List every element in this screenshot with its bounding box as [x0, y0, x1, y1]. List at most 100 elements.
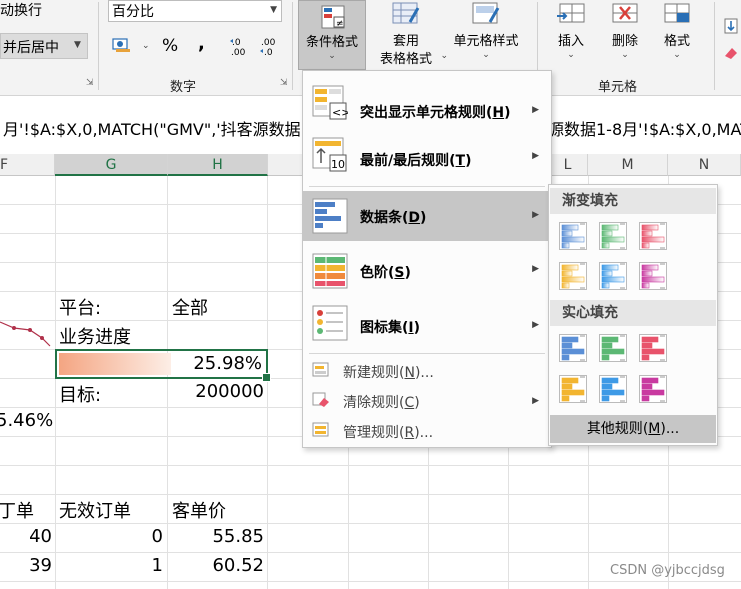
insert-cells-icon: [556, 2, 586, 26]
clear-eraser-icon[interactable]: [722, 44, 740, 60]
menu-item-data-bars[interactable]: 数据条(D) ▶: [303, 191, 551, 241]
highlight-rules-icon: <>: [312, 85, 350, 121]
chevron-down-icon: ▼: [74, 40, 81, 50]
column-header-n[interactable]: N: [668, 154, 741, 176]
more-rules-button[interactable]: 其他规则(M)...: [550, 415, 716, 443]
data-bars-submenu: 渐变填充 实心填充 其他规则(M)...: [548, 184, 718, 446]
selected-progress-range[interactable]: 25.98%: [55, 349, 271, 382]
delete-label: 删除: [611, 34, 638, 49]
menu-item-new-rule[interactable]: 新建规则(N)...: [303, 357, 551, 385]
column-label: F: [0, 157, 9, 173]
platform-label[interactable]: 平台:: [59, 294, 101, 320]
platform-value[interactable]: 全部: [172, 294, 208, 320]
format-button[interactable]: 格式 ⌄: [654, 0, 700, 70]
number-format-select[interactable]: 百分比 ▼: [108, 0, 282, 22]
column-label: G: [105, 157, 117, 173]
submenu-arrow-icon: ▶: [532, 151, 539, 161]
decrease-decimal-icon[interactable]: .00.0: [258, 36, 280, 58]
menu-separator: [309, 353, 545, 354]
column-header-g[interactable]: G: [55, 154, 168, 176]
menu-item-icon-sets[interactable]: 图标集(I) ▶: [303, 299, 551, 353]
solid-data-bar-icon[interactable]: [599, 375, 627, 403]
menu-item-manage-rules[interactable]: 管理规则(R)...: [303, 417, 551, 445]
column-label: L: [563, 157, 572, 173]
formula-text-left: 月'!$A:$X,0,MATCH("GMV",'抖客源数据1: [3, 120, 311, 139]
top-bottom-rules-icon: 10: [312, 137, 348, 173]
avg-price-header[interactable]: 客单价: [172, 497, 226, 523]
orders-cell[interactable]: 40: [0, 526, 52, 547]
gradient-data-bar-icon[interactable]: [559, 262, 587, 290]
solid-data-bar-icon[interactable]: [559, 375, 587, 403]
column-header-f[interactable]: F: [0, 154, 55, 176]
insert-button[interactable]: 插入 ⌄: [548, 0, 594, 70]
column-header-h[interactable]: H: [168, 154, 268, 176]
format-as-table-button[interactable]: 套用 表格格式 ⌄: [368, 0, 448, 70]
dialog-launcher-icon[interactable]: ⇲: [280, 79, 289, 88]
accounting-format-icon[interactable]: [112, 37, 134, 53]
column-header-m[interactable]: M: [588, 154, 668, 176]
grid-line: [0, 465, 741, 466]
conditional-formatting-menu: <> 突出显示单元格规则(H) ▶ 10 最前/最后规则(T) ▶ 数据条(D)…: [302, 70, 552, 448]
target-value[interactable]: 200000: [168, 381, 264, 402]
solid-data-bar-icon[interactable]: [639, 334, 667, 362]
chevron-down-icon[interactable]: ⌄: [142, 41, 150, 51]
gradient-data-bar-icon[interactable]: [639, 262, 667, 290]
invalid-orders-cell[interactable]: 0: [56, 526, 163, 547]
line-chart-fragment: [0, 318, 56, 348]
icon-sets-icon: [312, 305, 348, 341]
merge-center-button[interactable]: 并后居中 ▼: [0, 33, 88, 59]
format-label: 格式: [663, 34, 690, 49]
svg-text:.0: .0: [264, 48, 273, 58]
chevron-down-icon: ⌄: [482, 50, 490, 60]
progress-label[interactable]: 业务进度: [59, 323, 131, 349]
menu-item-label: 突出显示单元格规则(H): [360, 105, 511, 121]
solid-data-bar-icon[interactable]: [559, 334, 587, 362]
dialog-launcher-icon[interactable]: ⇲: [86, 79, 95, 88]
menu-separator: [309, 186, 545, 187]
gradient-data-bar-icon[interactable]: [559, 222, 587, 250]
percent-style-button[interactable]: %: [162, 36, 178, 56]
orders-header[interactable]: 丁单: [0, 497, 34, 523]
avg-price-cell[interactable]: 55.85: [168, 526, 264, 547]
group-separator: [714, 2, 715, 90]
invalid-orders-cell[interactable]: 1: [56, 555, 163, 576]
gradient-data-bar-icon[interactable]: [599, 262, 627, 290]
submenu-arrow-icon: ▶: [532, 210, 539, 220]
fill-down-icon[interactable]: [722, 18, 740, 34]
cell-styles-button[interactable]: 单元格样式 ⌄: [446, 0, 526, 70]
menu-item-label: 色阶(S): [360, 265, 411, 281]
cell-styles-icon: [472, 2, 500, 26]
column-header-l[interactable]: L: [548, 154, 588, 176]
partial-percent-value[interactable]: 5.46%: [0, 410, 53, 431]
merge-center-label: 并后居中: [3, 40, 59, 56]
solid-data-bar-icon[interactable]: [639, 375, 667, 403]
target-label[interactable]: 目标:: [59, 381, 101, 407]
comma-style-button[interactable]: ,: [198, 33, 205, 54]
conditional-formatting-button[interactable]: ≠ 条件格式 ⌄: [298, 0, 366, 70]
menu-item-top-bottom-rules[interactable]: 10 最前/最后规则(T) ▶: [303, 133, 551, 185]
wrap-text-button[interactable]: 动换行: [0, 0, 42, 20]
avg-price-cell[interactable]: 60.52: [168, 555, 264, 576]
invalid-orders-header[interactable]: 无效订单: [59, 497, 131, 523]
submenu-arrow-icon: ▶: [532, 320, 539, 330]
orders-cell[interactable]: 39: [0, 555, 52, 576]
gradient-data-bar-icon[interactable]: [599, 222, 627, 250]
delete-button[interactable]: 删除 ⌄: [602, 0, 648, 70]
increase-decimal-icon[interactable]: .0.00: [229, 36, 251, 58]
manage-rules-icon: [312, 422, 330, 438]
watermark: CSDN @yjbccjdsg: [610, 563, 725, 578]
delete-cells-icon: [611, 2, 639, 26]
conditional-formatting-label: 条件格式: [305, 35, 358, 50]
solid-data-bar-icon[interactable]: [599, 334, 627, 362]
menu-item-label: 图标集(I): [360, 320, 421, 336]
menu-item-color-scales[interactable]: 色阶(S) ▶: [303, 245, 551, 297]
progress-data-bar: [59, 353, 171, 375]
submenu-arrow-icon: ▶: [532, 264, 539, 274]
number-format-value: 百分比: [112, 4, 154, 20]
menu-item-highlight-cells-rules[interactable]: <> 突出显示单元格规则(H) ▶: [303, 79, 551, 129]
menu-item-clear-rules[interactable]: 清除规则(C) ▶: [303, 387, 551, 415]
svg-text:.00: .00: [231, 48, 246, 58]
gradient-data-bar-icon[interactable]: [639, 222, 667, 250]
menu-item-label: 新建规则(N)...: [343, 365, 434, 381]
chevron-down-icon: ⌄: [567, 50, 575, 60]
